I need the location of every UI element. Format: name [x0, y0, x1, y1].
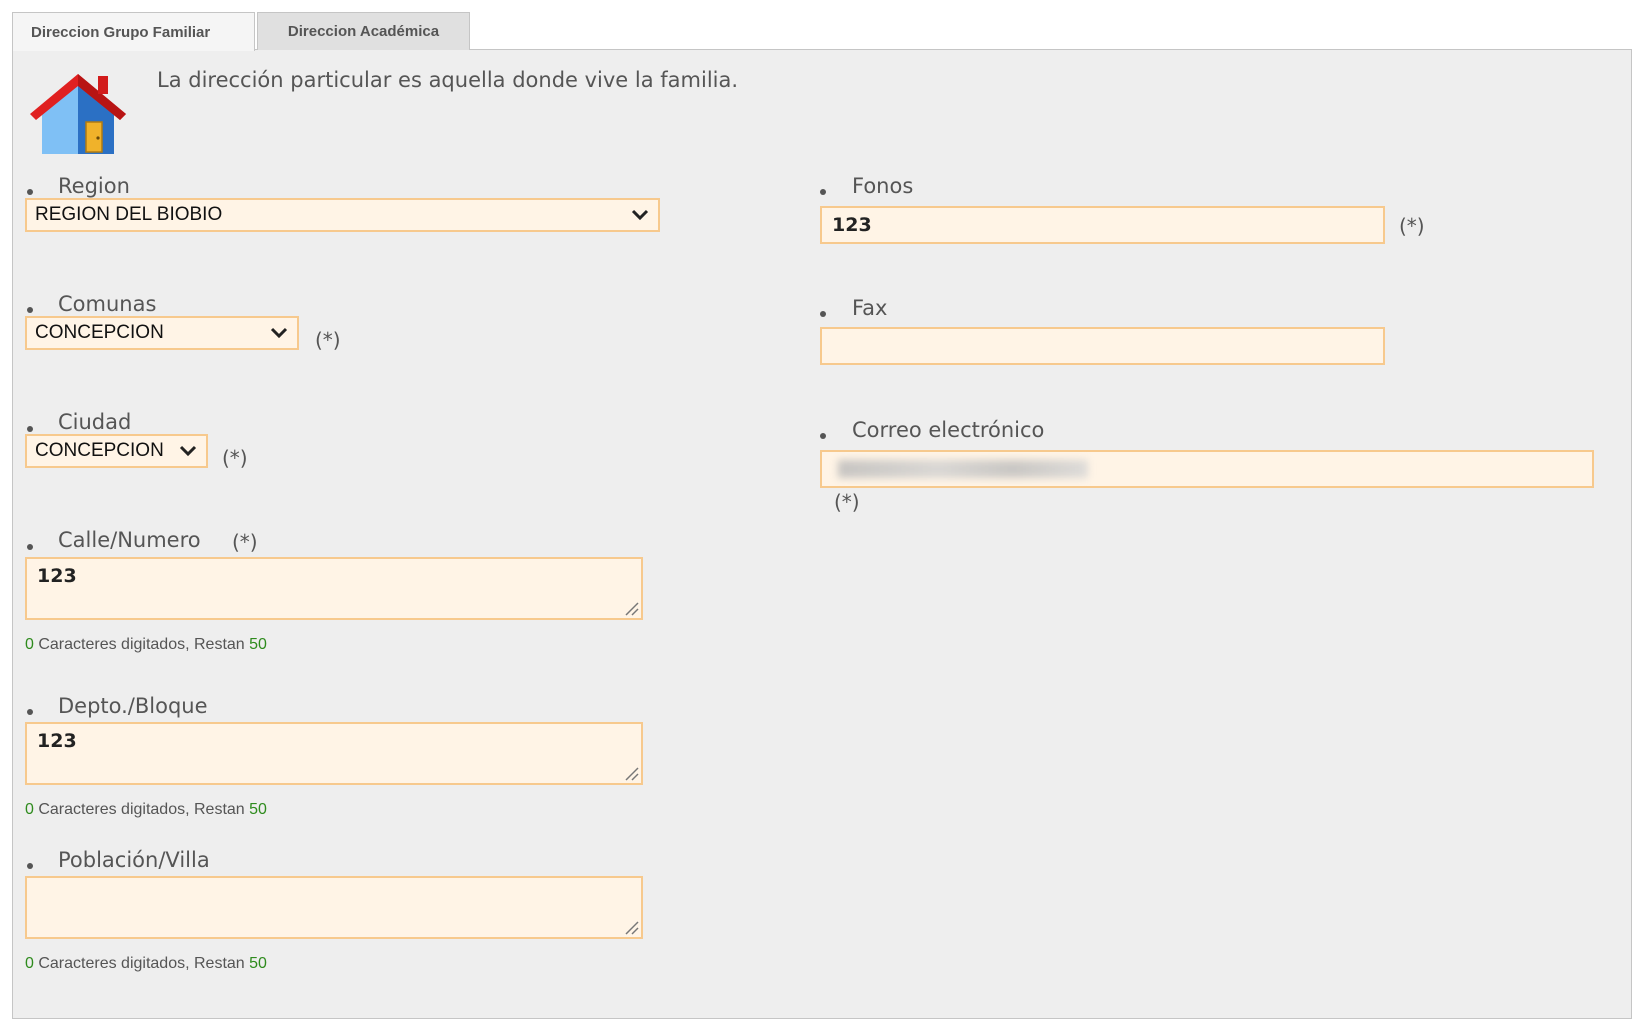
bullet	[27, 544, 33, 550]
bullet	[27, 426, 33, 432]
bullet	[820, 433, 826, 439]
bullet	[820, 189, 826, 195]
ciudad-required-mark: (*)	[222, 446, 248, 470]
fonos-input[interactable]: 123	[820, 206, 1385, 244]
ciudad-select[interactable]: CONCEPCION	[25, 434, 208, 468]
chevron-down-icon	[631, 209, 649, 221]
resize-grip-icon[interactable]	[623, 919, 639, 935]
ciudad-select-value: CONCEPCION	[35, 440, 164, 461]
house-icon	[30, 74, 126, 154]
bullet	[27, 307, 33, 313]
comunas-label: Comunas	[58, 292, 157, 316]
chevron-down-icon	[270, 327, 288, 339]
depto-char-counter: 0 Caracteres digitados, Restan 50	[25, 801, 267, 818]
correo-label: Correo electrónico	[852, 418, 1045, 442]
fonos-label: Fonos	[852, 174, 914, 198]
correo-input[interactable]	[820, 450, 1594, 488]
comunas-select[interactable]: CONCEPCION	[25, 316, 299, 350]
fax-input[interactable]	[820, 327, 1385, 365]
region-select[interactable]: REGION DEL BIOBIO	[25, 198, 660, 232]
resize-grip-icon[interactable]	[623, 765, 639, 781]
fax-label: Fax	[852, 296, 888, 320]
correo-input-redacted-value	[838, 460, 1088, 478]
bullet	[820, 311, 826, 317]
depto-textarea[interactable]: 123	[25, 722, 643, 785]
tab-bar: Direccion Grupo Familiar Direccion Acadé…	[12, 12, 470, 51]
correo-required-mark: (*)	[834, 490, 860, 514]
poblacion-textarea[interactable]	[25, 876, 643, 939]
intro-text: La dirección particular es aquella donde…	[157, 68, 739, 92]
fonos-required-mark: (*)	[1399, 214, 1425, 238]
region-label: Region	[58, 174, 130, 198]
calle-textarea[interactable]: 123	[25, 557, 643, 620]
ciudad-label: Ciudad	[58, 410, 132, 434]
tab-direccion-academica[interactable]: Direccion Académica	[257, 12, 470, 50]
comunas-required-mark: (*)	[315, 328, 341, 352]
poblacion-label: Población/Villa	[58, 848, 210, 872]
poblacion-char-counter: 0 Caracteres digitados, Restan 50	[25, 955, 267, 972]
bullet	[27, 863, 33, 869]
calle-char-counter: 0 Caracteres digitados, Restan 50	[25, 636, 267, 653]
calle-textarea-value: 123	[37, 565, 77, 587]
depto-label: Depto./Bloque	[58, 694, 208, 718]
calle-required-mark: (*)	[232, 530, 258, 554]
calle-label: Calle/Numero	[58, 528, 201, 552]
resize-grip-icon[interactable]	[623, 600, 639, 616]
tab-direccion-grupo-familiar[interactable]: Direccion Grupo Familiar	[12, 12, 255, 51]
comunas-select-value: CONCEPCION	[35, 322, 164, 343]
bullet	[27, 189, 33, 195]
chevron-down-icon	[179, 445, 197, 457]
fonos-input-value: 123	[832, 214, 872, 236]
depto-textarea-value: 123	[37, 730, 77, 752]
region-select-value: REGION DEL BIOBIO	[35, 204, 223, 225]
bullet	[27, 709, 33, 715]
